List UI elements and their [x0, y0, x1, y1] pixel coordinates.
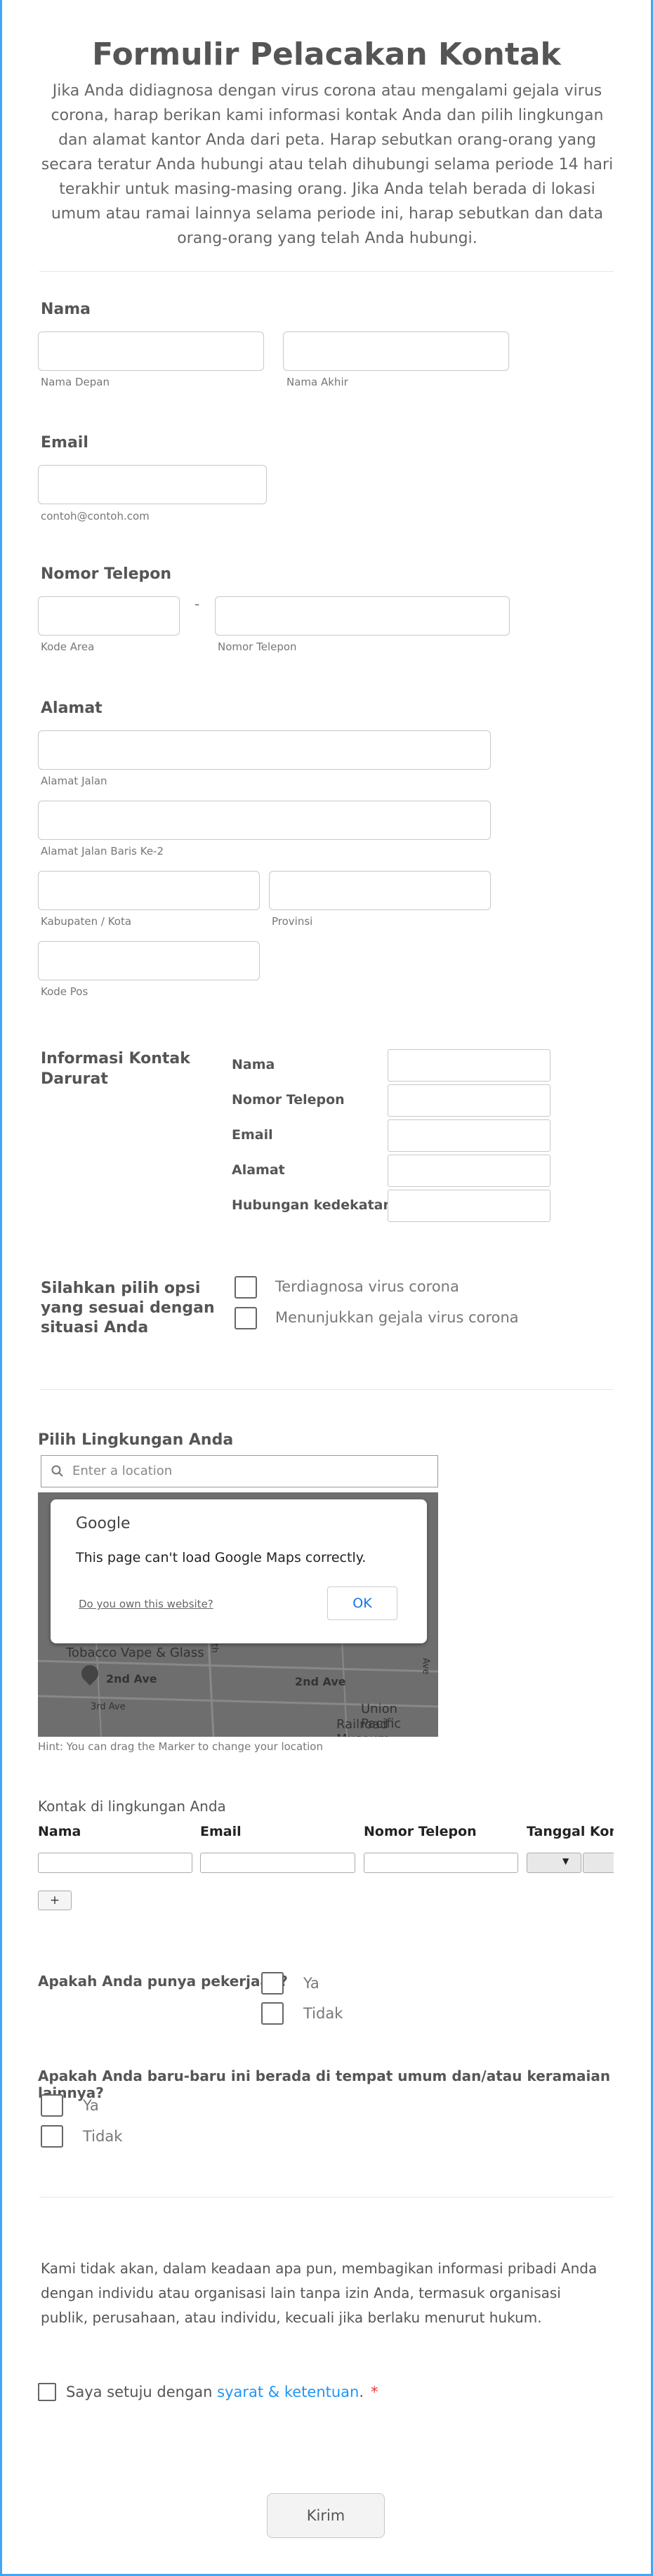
contacts-col-header: Nomor Telepon	[364, 1824, 477, 1839]
contact-date-select[interactable]: ▼	[527, 1853, 581, 1873]
job-no-label: Tidak	[303, 2005, 343, 2022]
address-label: Alamat	[41, 699, 103, 717]
map-street-label: 2nd Ave	[295, 1675, 346, 1688]
emergency-address-input[interactable]	[388, 1155, 550, 1187]
phone-label: Nomor Telepon	[41, 565, 172, 583]
maps-error-dialog: Google This page can't load Google Maps …	[51, 1499, 427, 1643]
agree-prefix: Saya setuju dengan	[66, 2384, 218, 2400]
contacts-col-header: Nama	[38, 1824, 81, 1839]
maps-error-text: This page can't load Google Maps correct…	[76, 1550, 367, 1565]
job-no-checkbox[interactable]	[261, 2002, 284, 2025]
public-no-label: Tidak	[83, 2128, 123, 2145]
city-input[interactable]	[38, 871, 260, 910]
phone-number-input[interactable]	[215, 596, 510, 636]
province-sublabel: Provinsi	[272, 915, 313, 928]
map-street-label: Ave	[420, 1657, 431, 1675]
emergency-row-label: Email	[232, 1127, 273, 1143]
chevron-down-icon: ▼	[562, 1856, 569, 1866]
public-yes-checkbox[interactable]	[41, 2094, 63, 2117]
phone-number-sublabel: Nomor Telepon	[218, 640, 297, 653]
emergency-label: Informasi Kontak Darurat	[41, 1050, 190, 1088]
agree-label: Saya setuju dengan syarat & ketentuan. *	[66, 2384, 378, 2400]
situation-label: Silahkan pilih opsi yang sesuai dengan s…	[41, 1280, 215, 1336]
email-label: Email	[41, 434, 88, 452]
search-icon	[51, 1465, 63, 1477]
name-label: Nama	[41, 301, 91, 318]
map-street-label: 2nd Ave	[106, 1672, 157, 1685]
last-name-input[interactable]	[283, 331, 509, 371]
contact-date-select[interactable]	[583, 1853, 614, 1873]
divider	[39, 1389, 614, 1390]
emergency-row-label: Alamat	[232, 1162, 285, 1178]
submit-button[interactable]: Kirim	[267, 2493, 385, 2538]
situation-option: Terdiagnosa virus corona	[275, 1278, 459, 1295]
public-yes-label: Ya	[83, 2097, 99, 2114]
last-name-sublabel: Nama Akhir	[286, 376, 348, 388]
street-sublabel: Alamat Jalan	[41, 775, 107, 787]
emergency-row-label: Nomor Telepon	[232, 1092, 345, 1108]
map-hint: Hint: You can drag the Marker to change …	[38, 1740, 323, 1753]
email-sublabel: contoh@contoh.com	[41, 510, 150, 523]
contact-name-input[interactable]	[38, 1853, 192, 1873]
situation-checkbox[interactable]	[235, 1307, 257, 1329]
terms-link[interactable]: syarat & ketentuan	[217, 2384, 359, 2400]
contacts-label: Kontak di lingkungan Anda	[38, 1798, 226, 1815]
job-question: Apakah Anda punya pekerjaan?	[38, 1973, 288, 1990]
public-place-question: Apakah Anda baru-baru ini berada di temp…	[38, 2068, 611, 2101]
privacy-text: Kami tidak akan, dalam keadaan apa pun, …	[41, 2260, 598, 2326]
street-input[interactable]	[38, 730, 491, 770]
form-title: Formulir Pelacakan Kontak	[92, 37, 561, 72]
zip-input[interactable]	[38, 941, 260, 980]
situation-option: Menunjukkan gejala virus corona	[275, 1309, 519, 1326]
contacts-col-header: Email	[200, 1824, 242, 1839]
emergency-row-label: Hubungan kedekatan	[232, 1197, 393, 1213]
contacts-col-header: Tanggal Konta	[527, 1824, 614, 1839]
maps-ok-button[interactable]: OK	[327, 1586, 397, 1620]
emergency-name-input[interactable]	[388, 1049, 550, 1082]
map-label: Pilih Lingkungan Anda	[38, 1431, 234, 1449]
situation-checkbox[interactable]	[235, 1276, 257, 1299]
divider	[39, 271, 614, 272]
public-no-checkbox[interactable]	[41, 2125, 63, 2148]
form-intro: Jika Anda didiagnosa dengan virus corona…	[41, 82, 614, 247]
add-contact-button[interactable]: +	[38, 1891, 72, 1910]
zip-sublabel: Kode Pos	[41, 985, 88, 998]
emergency-row-label: Nama	[232, 1057, 275, 1072]
street2-sublabel: Alamat Jalan Baris Ke-2	[41, 845, 164, 857]
google-logo: Google	[76, 1515, 131, 1532]
emergency-phone-input[interactable]	[388, 1084, 550, 1117]
agree-suffix: .	[359, 2384, 364, 2400]
map-place-label: Railroad Museum	[336, 1717, 390, 1737]
first-name-sublabel: Nama Depan	[41, 376, 110, 388]
street2-input[interactable]	[38, 801, 491, 840]
emergency-email-input[interactable]	[388, 1119, 550, 1152]
required-marker: *	[371, 2384, 378, 2400]
emergency-relationship-input[interactable]	[388, 1190, 550, 1222]
map-search-input[interactable]: Enter a location	[41, 1455, 438, 1487]
map-search-placeholder: Enter a location	[72, 1464, 173, 1478]
province-input[interactable]	[269, 871, 491, 910]
job-yes-label: Ya	[303, 1975, 319, 1992]
map-street-label: 3rd Ave	[91, 1702, 126, 1712]
area-code-input[interactable]	[38, 596, 180, 636]
area-code-sublabel: Kode Area	[41, 640, 95, 653]
city-sublabel: Kabupaten / Kota	[41, 915, 132, 928]
job-yes-checkbox[interactable]	[261, 1972, 284, 1995]
contact-email-input[interactable]	[200, 1853, 355, 1873]
first-name-input[interactable]	[38, 331, 264, 371]
own-website-link[interactable]: Do you own this website?	[79, 1598, 213, 1610]
phone-dash: -	[194, 596, 200, 612]
email-input[interactable]	[38, 465, 267, 504]
agree-checkbox[interactable]	[38, 2383, 56, 2401]
contact-phone-input[interactable]	[364, 1853, 518, 1873]
map-place-label: Tobacco Vape & Glass	[66, 1645, 204, 1660]
